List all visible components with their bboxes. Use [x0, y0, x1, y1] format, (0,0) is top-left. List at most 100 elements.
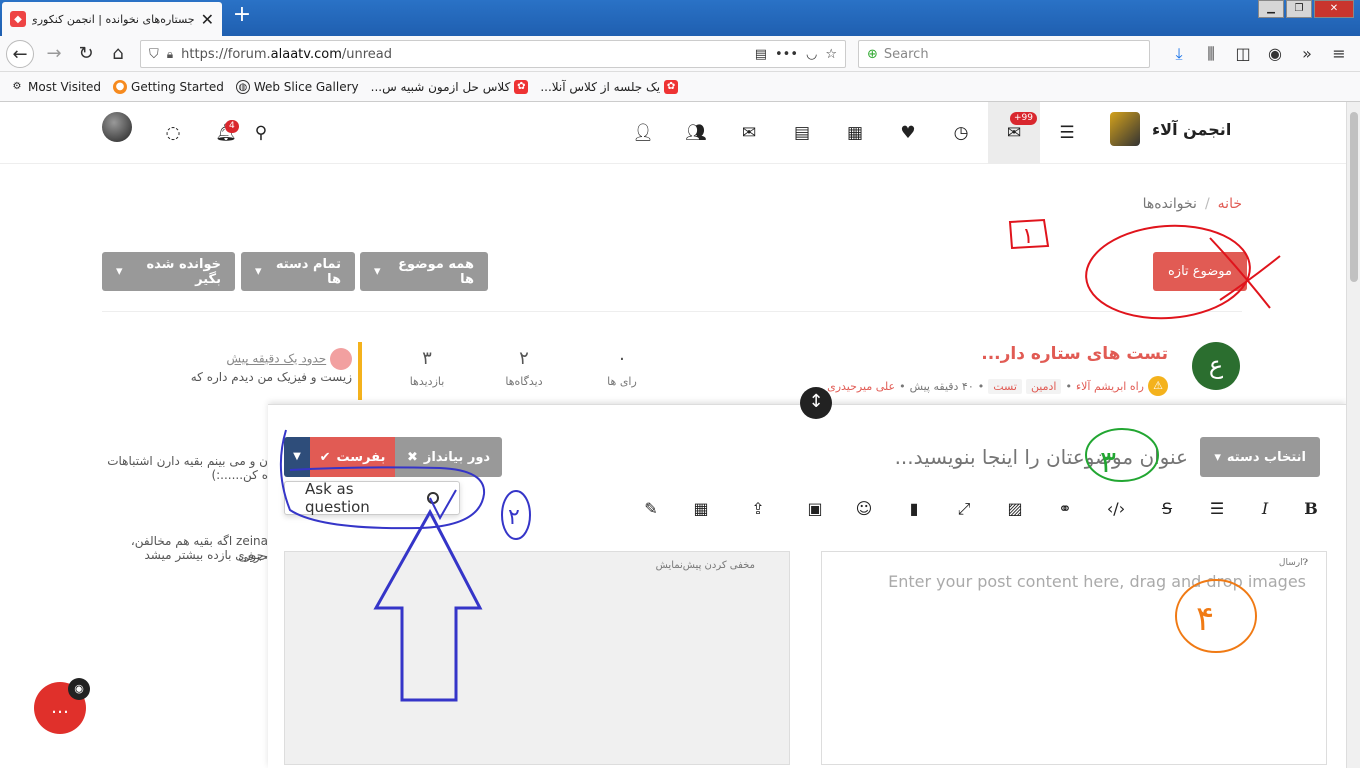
- new-topic-button[interactable]: موضوع تازه: [1153, 252, 1247, 291]
- topic-author-avatar[interactable]: ع: [1192, 342, 1240, 390]
- bookmark-alaa-2[interactable]: ✿ یک جلسه از کلاس آنلا...: [540, 79, 679, 94]
- gear-icon: ⚙: [12, 80, 22, 92]
- bookmark-star-icon[interactable]: ☆: [825, 47, 837, 62]
- strikethrough-icon[interactable]: S: [1154, 495, 1180, 523]
- last-post-info[interactable]: حدود یک دقیقه پیش زیست و فیزیک من دیدم د…: [102, 348, 352, 384]
- category-select-label: انتخاب دسته: [1226, 449, 1306, 465]
- topic-author[interactable]: علی میرحیدری: [827, 380, 895, 393]
- all-categories-button[interactable]: تمام دسته ها ▾: [241, 252, 355, 291]
- emoji-icon[interactable]: ☺: [851, 495, 877, 523]
- notifications-bell-icon[interactable]: 🔔︎ 4: [211, 118, 241, 148]
- all-topics-label: همه موضوع ها: [398, 256, 474, 287]
- url-bar[interactable]: ⛉ 🔒︎ https://forum.alaatv.com/unread ▤ •…: [140, 40, 846, 68]
- envelope-icon[interactable]: ✉: [734, 118, 764, 148]
- close-window-button[interactable]: ✕: [1314, 0, 1354, 18]
- reload-button[interactable]: ↻: [72, 40, 100, 68]
- grid-icon[interactable]: ▦: [688, 495, 714, 523]
- fullscreen-icon[interactable]: ⤢: [951, 495, 977, 523]
- breadcrumb-home[interactable]: خانه: [1218, 196, 1242, 212]
- link-icon[interactable]: ⚭: [1052, 495, 1078, 523]
- caret-down-icon: ▾: [255, 264, 262, 279]
- code-icon[interactable]: ‹/›: [1103, 495, 1129, 523]
- bookmark-alaa-1[interactable]: ✿ کلاس حل ازمون شبیه س...: [371, 79, 529, 94]
- mark-read-button[interactable]: خوانده شده بگیر ▾: [102, 252, 235, 291]
- toolbar-right: ⤓ ⫼ ◫ ◉ » ≡: [1168, 40, 1350, 68]
- submit-label: بفرست: [336, 449, 386, 465]
- radio-icon[interactable]: [427, 492, 439, 504]
- topic-title[interactable]: تست های ستاره دار...: [981, 344, 1168, 364]
- editor-placeholder: Enter your post content here, drag and d…: [888, 572, 1306, 591]
- close-tab-icon[interactable]: ✕: [201, 10, 214, 29]
- topic-tag[interactable]: تست: [988, 378, 1022, 394]
- browser-tab[interactable]: ◆ جستاره‌های نخوانده | انجمن کنکوری ✕: [2, 2, 222, 36]
- maximize-button[interactable]: ❐: [1286, 0, 1312, 18]
- topic-category[interactable]: راه ابریشم آلاء: [1076, 380, 1144, 393]
- category-select[interactable]: انتخاب دسته ▾: [1200, 437, 1320, 477]
- menu-bars-icon[interactable]: ☰: [1052, 118, 1082, 148]
- italic-icon[interactable]: I: [1252, 495, 1278, 523]
- account-icon[interactable]: ◉: [1264, 40, 1286, 68]
- chat-icon[interactable]: ◌: [158, 118, 188, 148]
- bookmark-label: Web Slice Gallery: [253, 79, 359, 94]
- notifications-badge: 4: [225, 120, 239, 133]
- bookmark-label: یک جلسه از کلاس آنلا...: [540, 79, 661, 94]
- pocket-icon[interactable]: ◡: [806, 47, 817, 62]
- film-icon[interactable]: ▦: [840, 118, 870, 148]
- bookmark-getting-started[interactable]: ● Getting Started: [113, 79, 224, 94]
- all-topics-button[interactable]: همه موضوع ها ▾: [360, 252, 488, 291]
- minimize-button[interactable]: ▁: [1258, 0, 1284, 18]
- chat-widget-button[interactable]: … ◉: [34, 678, 90, 734]
- poll-icon[interactable]: ▮: [901, 495, 927, 523]
- submit-button[interactable]: ✔ بفرست: [310, 437, 395, 477]
- new-tab-button[interactable]: +: [230, 4, 254, 28]
- resize-handle-icon[interactable]: ↕: [800, 387, 832, 419]
- menu-icon[interactable]: ≡: [1328, 40, 1350, 68]
- last-post-time[interactable]: حدود یک دقیقه پیش: [226, 352, 326, 366]
- clock-icon[interactable]: ◷: [946, 118, 976, 148]
- user-avatar[interactable]: [102, 112, 132, 142]
- heart-icon[interactable]: ♥: [893, 118, 923, 148]
- mark-read-label: خوانده شده بگیر: [146, 256, 221, 287]
- groups-icon[interactable]: 👥︎: [681, 118, 711, 148]
- search-icon[interactable]: ⚲: [246, 118, 276, 148]
- image-icon[interactable]: ▨: [1002, 495, 1028, 523]
- forward-button[interactable]: →: [40, 40, 68, 68]
- caret-down-icon: ▾: [116, 264, 123, 279]
- submit-dropdown-toggle[interactable]: ▼: [284, 437, 310, 477]
- browser-navbar: ← → ↻ ⌂ ⛉ 🔒︎ https://forum.alaatv.com/un…: [0, 36, 1360, 72]
- scrollbar-thumb[interactable]: [1350, 112, 1358, 282]
- topic-tag[interactable]: ادمین: [1025, 378, 1062, 394]
- download-icon[interactable]: ⤓: [1168, 40, 1190, 68]
- users-icon[interactable]: 👤︎: [628, 118, 658, 148]
- brand[interactable]: انجمن آلاء: [1110, 112, 1231, 146]
- discard-button[interactable]: ✖ دور بیانداز: [395, 437, 503, 477]
- image-upload-icon[interactable]: ▣: [802, 495, 828, 523]
- library-icon[interactable]: ⫼: [1200, 40, 1222, 68]
- post-editor[interactable]: ❓︎ارسال Enter your post content here, dr…: [821, 551, 1327, 765]
- reader-view-icon[interactable]: ▤: [755, 47, 767, 62]
- bold-icon[interactable]: B: [1298, 495, 1324, 523]
- help-text: ارسال: [1278, 558, 1303, 568]
- nav-unread-active[interactable]: ✉ +99: [988, 102, 1040, 164]
- list-icon[interactable]: ☰: [1204, 495, 1230, 523]
- upload-file-icon[interactable]: ⇪: [745, 495, 771, 523]
- help-label[interactable]: ❓︎ارسال: [1279, 558, 1308, 568]
- hide-preview-link[interactable]: مخفی کردن پیش‌نمایش: [656, 560, 755, 571]
- bookmark-label: Most Visited: [28, 79, 102, 94]
- search-bar[interactable]: ⊕ Search: [858, 40, 1150, 68]
- topic-title-input[interactable]: [828, 437, 1188, 477]
- document-icon[interactable]: ▤: [787, 118, 817, 148]
- home-button[interactable]: ⌂: [104, 40, 132, 68]
- page-actions-icon[interactable]: •••: [775, 47, 798, 62]
- sidebar-icon[interactable]: ◫: [1232, 40, 1254, 68]
- check-icon: ✔: [319, 449, 331, 465]
- page-scrollbar[interactable]: [1346, 102, 1360, 768]
- ask-as-question-option[interactable]: Ask as question: [305, 480, 417, 516]
- url-text[interactable]: https://forum.alaatv.com/unread: [181, 47, 747, 62]
- overflow-icon[interactable]: »: [1296, 40, 1318, 68]
- back-button[interactable]: ←: [6, 40, 34, 68]
- bookmark-most-visited[interactable]: ⚙ Most Visited: [10, 79, 102, 94]
- color-picker-icon[interactable]: ✎: [638, 495, 664, 523]
- category-icon: ⚠: [1148, 376, 1168, 396]
- bookmark-web-slice[interactable]: ◍ Web Slice Gallery: [235, 79, 359, 94]
